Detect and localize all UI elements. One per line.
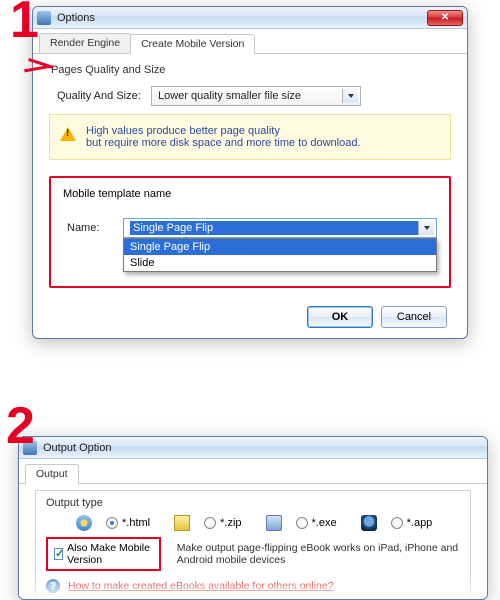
radio-exe[interactable]: *.exe [296, 517, 337, 529]
chevron-down-icon [418, 221, 434, 235]
output-type-legend: Output type [46, 497, 460, 509]
ok-button[interactable]: OK [307, 306, 373, 328]
output-titlebar: Output Option [19, 437, 487, 459]
also-make-mobile-hint: Make output page-flipping eBook works on… [177, 542, 460, 566]
radio-zip[interactable]: *.zip [204, 517, 241, 529]
radio-html[interactable]: *.html [106, 517, 150, 529]
options-tabstrip: Render Engine Create Mobile Version [33, 29, 467, 54]
fade-overlay [19, 577, 487, 599]
options-title: Options [57, 12, 427, 24]
tab-render-engine[interactable]: Render Engine [39, 33, 131, 53]
warning-icon [60, 127, 76, 143]
options-dialog: Options Render Engine Create Mobile Vers… [32, 6, 468, 339]
quality-value: Lower quality smaller file size [158, 90, 301, 102]
output-title: Output Option [43, 442, 483, 454]
zip-icon [174, 515, 190, 531]
cancel-button[interactable]: Cancel [381, 306, 447, 328]
template-name-dropdown: Single Page Flip Slide [123, 238, 437, 272]
html-icon [76, 515, 92, 531]
template-name-label: Name: [67, 222, 115, 234]
tab-output[interactable]: Output [25, 464, 79, 484]
quality-legend: Pages Quality and Size [51, 64, 449, 76]
chevron-down-icon [342, 89, 358, 103]
template-legend: Mobile template name [63, 188, 437, 200]
template-option-single-page-flip[interactable]: Single Page Flip [124, 239, 436, 255]
template-name-value: Single Page Flip [130, 221, 430, 235]
options-titlebar: Options [33, 7, 467, 29]
radio-app[interactable]: *.app [391, 517, 433, 529]
quality-combobox[interactable]: Lower quality smaller file size [151, 86, 361, 106]
quality-label: Quality And Size: [57, 90, 143, 102]
output-option-dialog: Output Option Output Output type *.html … [18, 436, 488, 600]
app-icon [37, 11, 51, 25]
app-icon [23, 441, 37, 455]
warning-line1: High values produce better page quality [86, 125, 438, 137]
template-name-combobox[interactable]: Single Page Flip Single Page Flip Slide [123, 218, 437, 238]
template-option-slide[interactable]: Slide [124, 255, 436, 271]
also-make-mobile-checkbox[interactable]: Also Make Mobile Version [46, 537, 161, 571]
quality-warning: High values produce better page quality … [49, 114, 451, 160]
close-button[interactable] [427, 10, 463, 26]
tab-create-mobile-version[interactable]: Create Mobile Version [130, 34, 255, 54]
exe-icon [266, 515, 282, 531]
output-tabstrip: Output [19, 459, 487, 484]
warning-line2: but require more disk space and more tim… [86, 137, 438, 149]
app-icon-mac [361, 515, 377, 531]
